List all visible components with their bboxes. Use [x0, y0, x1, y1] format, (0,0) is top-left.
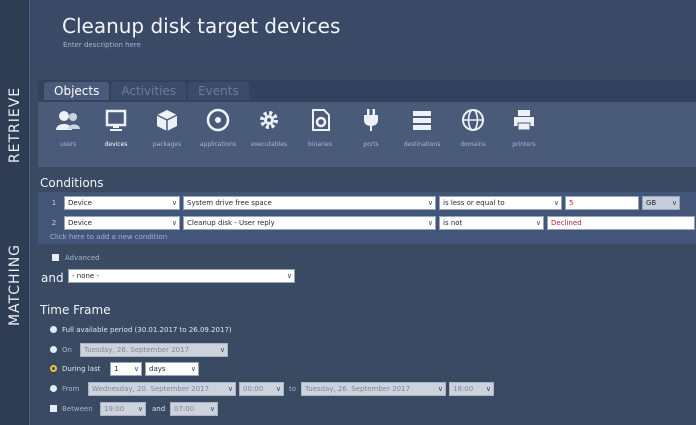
and-label: and: [41, 271, 64, 285]
chevron-down-icon: ∨: [553, 199, 559, 207]
condition-field-select[interactable]: System drive free space ∨: [183, 196, 436, 210]
between-checkbox[interactable]: [50, 405, 57, 412]
on-date-select[interactable]: Tuesday, 26. September 2017 ∨: [80, 343, 228, 357]
left-section-strip: [0, 0, 30, 425]
chevron-down-icon: ∨: [671, 199, 677, 207]
page-title[interactable]: Cleanup disk target devices: [62, 14, 340, 38]
disc-icon: [206, 108, 230, 132]
page-header: Cleanup disk target devices Enter descri…: [30, 0, 696, 70]
conditions-title: Conditions: [40, 176, 104, 190]
object-domains[interactable]: domains: [447, 108, 499, 158]
package-icon: [156, 110, 178, 131]
add-condition-link[interactable]: Click here to add a new condition: [50, 233, 167, 241]
tab-events[interactable]: Events: [188, 82, 249, 100]
condition-scope-select[interactable]: Device ∨: [64, 216, 180, 230]
condition-row: 1 Device ∨ System drive free space ∨ is le…: [48, 196, 696, 210]
chevron-down-icon: ∨: [171, 199, 177, 207]
chevron-down-icon: ∨: [190, 365, 196, 373]
chevron-down-icon: ∨: [427, 199, 433, 207]
timeframe-on[interactable]: On Tuesday, 26. September 2017 ∨: [50, 343, 690, 357]
condition-operator-select[interactable]: is less or equal to ∨: [439, 196, 562, 210]
chevron-down-icon: ∨: [485, 385, 491, 393]
server-icon: [413, 111, 431, 130]
object-printers[interactable]: printers: [498, 108, 550, 158]
object-type-bar: users devices packages applications exec…: [38, 102, 696, 167]
object-packages[interactable]: packages: [141, 108, 193, 158]
timeframe-between[interactable]: Between 19:00 ∨ and 07:00 ∨: [50, 402, 690, 416]
advanced-checkbox[interactable]: [52, 254, 59, 261]
radio-full-period[interactable]: [50, 326, 57, 333]
condition-field-select[interactable]: Cleanup disk - User reply ∨: [183, 216, 436, 230]
chevron-down-icon: ∨: [219, 346, 225, 354]
chevron-down-icon: ∨: [437, 385, 443, 393]
chevron-down-icon: ∨: [171, 219, 177, 227]
retrieve-section-label: RETRIEVE: [7, 86, 23, 164]
object-destinations[interactable]: destinations: [396, 108, 448, 158]
to-time-select[interactable]: 18:00 ∨: [449, 382, 494, 396]
object-binaries[interactable]: binaries: [294, 108, 346, 158]
timeframe-from-to[interactable]: From Wednesday, 20. September 2017 ∨ 00:0…: [50, 382, 690, 396]
and-select[interactable]: - none - ∨: [68, 269, 295, 283]
chevron-down-icon: ∨: [427, 219, 433, 227]
objects-panel: Objects Activities Events users devices …: [38, 80, 696, 167]
chevron-down-icon: ∨: [535, 219, 541, 227]
condition-value-input[interactable]: Declined: [547, 216, 695, 230]
object-ports[interactable]: ports: [345, 108, 397, 158]
condition-operator-select[interactable]: is not ∨: [439, 216, 544, 230]
chevron-down-icon: ∨: [227, 385, 233, 393]
chevron-down-icon: ∨: [209, 405, 215, 413]
tab-objects[interactable]: Objects: [44, 82, 110, 100]
timeframe-full-period[interactable]: Full available period (30.01.2017 to 26.…: [50, 323, 690, 337]
object-devices[interactable]: devices: [90, 108, 142, 158]
radio-on[interactable]: [50, 346, 57, 353]
binary-gear-icon: [312, 109, 330, 131]
chevron-down-icon: ∨: [133, 365, 139, 373]
between-start-select[interactable]: 19:00 ∨: [100, 402, 146, 416]
object-tabs: Objects Activities Events: [44, 82, 251, 100]
advanced-toggle[interactable]: Advanced: [52, 254, 100, 262]
condition-scope-select[interactable]: Device ∨: [64, 196, 180, 210]
from-time-select[interactable]: 00:00 ∨: [239, 382, 284, 396]
timeframe-during-last[interactable]: During last 1 ∨ days ∨: [50, 362, 690, 376]
description-placeholder[interactable]: Enter description here: [63, 41, 141, 49]
monitor-icon: [105, 109, 127, 131]
matching-section-label: MATCHING: [7, 243, 23, 327]
users-icon: [56, 111, 80, 130]
between-end-select[interactable]: 07:00 ∨: [170, 402, 218, 416]
object-executables[interactable]: executables: [243, 108, 295, 158]
tab-activities[interactable]: Activities: [111, 82, 187, 100]
condition-unit-select[interactable]: GB ∨: [642, 196, 680, 210]
during-count-select[interactable]: 1 ∨: [110, 362, 142, 376]
condition-row: 2 Device ∨ Cleanup disk - User reply ∨ is …: [48, 216, 696, 230]
chevron-down-icon: ∨: [137, 405, 143, 413]
object-users[interactable]: users: [42, 108, 94, 158]
from-date-select[interactable]: Wednesday, 20. September 2017 ∨: [88, 382, 236, 396]
radio-from[interactable]: [50, 385, 57, 392]
printer-icon: [514, 110, 534, 131]
gear-icon: [260, 111, 278, 129]
timeframe-title: Time Frame: [40, 303, 111, 317]
chevron-down-icon: ∨: [286, 272, 292, 280]
chevron-down-icon: ∨: [275, 385, 281, 393]
condition-value-input[interactable]: 5: [565, 196, 639, 210]
plug-icon: [364, 109, 378, 131]
radio-during-last[interactable]: [50, 365, 57, 372]
globe-icon: [462, 109, 484, 131]
to-date-select[interactable]: Tuesday, 26. September 2017 ∨: [301, 382, 446, 396]
during-unit-select[interactable]: days ∨: [145, 362, 199, 376]
object-applications[interactable]: applications: [192, 108, 244, 158]
